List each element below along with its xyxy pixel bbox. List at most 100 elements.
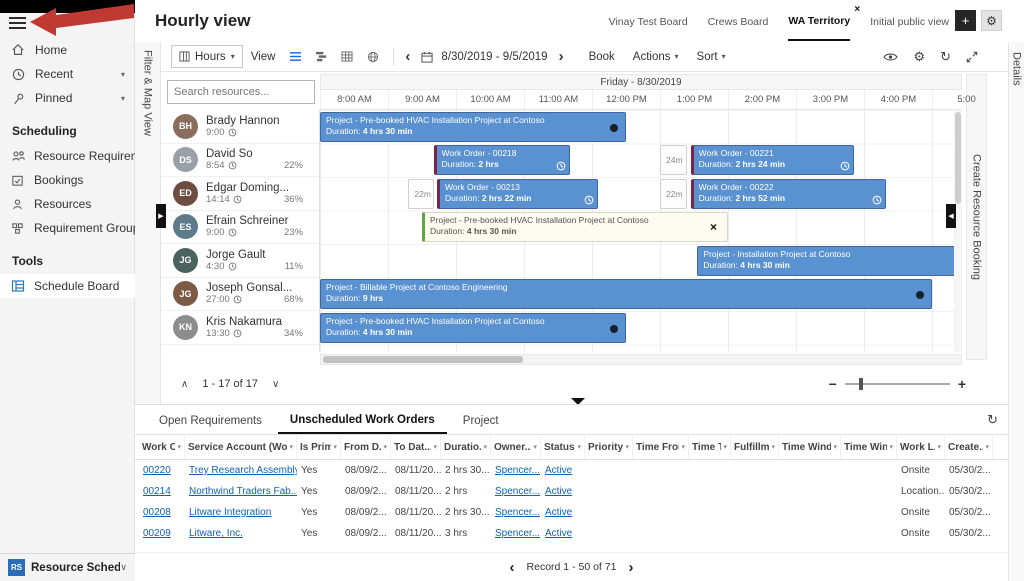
board-tab[interactable]: Vinay Test Board bbox=[609, 2, 688, 40]
close-icon[interactable]: × bbox=[710, 220, 717, 236]
zoom-slider[interactable] bbox=[845, 383, 950, 385]
resource-row[interactable]: DSDavid So8:5422% bbox=[161, 144, 319, 178]
date-range[interactable]: 8/30/2019 - 9/5/2019 bbox=[441, 51, 547, 63]
sort-menu[interactable]: Sort▾ bbox=[697, 51, 726, 63]
actions-menu[interactable]: Actions▾ bbox=[633, 51, 679, 63]
scrollbar-thumb[interactable] bbox=[955, 112, 961, 204]
column-header[interactable]: Work O...▾ bbox=[139, 435, 185, 459]
sidebar-item-schedule-board[interactable]: Schedule Board bbox=[0, 274, 135, 298]
table-cell-link[interactable]: 00209 bbox=[139, 528, 185, 539]
resource-row[interactable]: BHBrady Hannon9:00 bbox=[161, 110, 319, 144]
column-header[interactable]: Priority...▾ bbox=[585, 435, 633, 459]
column-header[interactable]: To Dat...▾ bbox=[391, 435, 441, 459]
zoom-out-button[interactable]: − bbox=[829, 377, 837, 391]
table-cell-link[interactable]: Litware, Inc. bbox=[185, 528, 297, 539]
column-header[interactable]: Service Account (Wo...▾ bbox=[185, 435, 297, 459]
scrollbar-thumb[interactable] bbox=[323, 356, 523, 363]
sidebar-item-pinned[interactable]: Pinned ▾ bbox=[0, 86, 135, 110]
filter-panel-expander[interactable]: ▶ bbox=[156, 204, 166, 228]
close-tab-icon[interactable]: × bbox=[854, 4, 860, 15]
filter-caret-icon[interactable]: ▾ bbox=[771, 443, 775, 451]
filter-caret-icon[interactable]: ▾ bbox=[937, 443, 941, 451]
resource-row[interactable]: ESEfrain Schreiner9:0023% bbox=[161, 211, 319, 245]
table-cell-link[interactable]: Active bbox=[541, 486, 585, 497]
table-cell-link[interactable]: Spencer... bbox=[491, 528, 541, 539]
table-cell-link[interactable]: Spencer... bbox=[491, 465, 541, 476]
sidebar-item-resource-requirements[interactable]: Resource Requireme... bbox=[0, 144, 135, 168]
book-button[interactable]: Book bbox=[589, 51, 615, 63]
search-input[interactable] bbox=[168, 86, 322, 98]
booking-project[interactable]: Project - Billable Project at Contoso En… bbox=[320, 279, 932, 309]
table-cell-link[interactable]: Active bbox=[541, 528, 585, 539]
filter-caret-icon[interactable]: ▾ bbox=[625, 443, 629, 451]
table-row[interactable]: 00220Trey Research Assembly...Yes08/09/2… bbox=[139, 460, 1008, 481]
filter-caret-icon[interactable]: ▾ bbox=[333, 443, 337, 451]
filter-caret-icon[interactable]: ▾ bbox=[985, 443, 989, 451]
sidebar-item-bookings[interactable]: Bookings bbox=[0, 168, 135, 192]
column-header[interactable]: Time Wind...▾ bbox=[841, 435, 897, 459]
table-cell-link[interactable]: 00208 bbox=[139, 507, 185, 518]
resource-row[interactable]: JGJoseph Gonsal...27:0068% bbox=[161, 278, 319, 312]
booking-project[interactable]: Project - Installation Project at Contos… bbox=[697, 246, 960, 276]
gear-icon[interactable]: ⚙ bbox=[913, 50, 925, 63]
table-row[interactable]: 00214Northwind Traders Fab...Yes08/09/2.… bbox=[139, 481, 1008, 502]
column-header[interactable]: Work L...▾ bbox=[897, 435, 945, 459]
table-cell-link[interactable]: Litware Integration bbox=[185, 507, 297, 518]
column-header[interactable]: Status...▾ bbox=[541, 435, 585, 459]
visibility-icon[interactable] bbox=[883, 52, 898, 62]
chevron-down-icon[interactable]: ▾ bbox=[121, 70, 125, 79]
column-header[interactable]: From D...▾ bbox=[341, 435, 391, 459]
board-tab[interactable]: Crews Board bbox=[708, 2, 769, 40]
column-header[interactable]: Duratio...▾ bbox=[441, 435, 491, 459]
table-cell-link[interactable]: Spencer... bbox=[491, 507, 541, 518]
board-settings-button[interactable]: ⚙ bbox=[981, 10, 1002, 31]
booking-tentative[interactable]: Project - Pre-booked HVAC Installation P… bbox=[422, 212, 728, 242]
list-view-button[interactable] bbox=[283, 46, 307, 68]
previous-range-button[interactable]: ‹ bbox=[402, 49, 413, 64]
grid-vertical-scrollbar[interactable] bbox=[954, 110, 962, 352]
table-cell-link[interactable]: Active bbox=[541, 465, 585, 476]
sidebar-item-requirement-groups[interactable]: Requirement Groups bbox=[0, 216, 135, 240]
booking-travel[interactable]: 22m bbox=[660, 179, 687, 209]
board-tab[interactable]: Initial public view bbox=[870, 2, 949, 40]
booking-travel[interactable]: 22m bbox=[408, 179, 433, 209]
zoom-in-button[interactable]: + bbox=[958, 377, 966, 391]
table-cell-link[interactable]: 00214 bbox=[139, 486, 185, 497]
filter-caret-icon[interactable]: ▾ bbox=[681, 443, 685, 451]
table-row[interactable]: 00209Litware, Inc.Yes08/09/2...08/11/20.… bbox=[139, 523, 1008, 544]
view-menu[interactable]: View bbox=[251, 51, 276, 63]
filter-caret-icon[interactable]: ▾ bbox=[723, 443, 727, 451]
sidebar-item-recent[interactable]: Recent ▾ bbox=[0, 62, 135, 86]
previous-page-icon[interactable]: ‹ bbox=[510, 560, 515, 575]
expand-down-icon[interactable]: ∨ bbox=[266, 379, 285, 390]
schedule-grid[interactable]: Project - Pre-booked HVAC Installation P… bbox=[320, 110, 962, 352]
chevron-expand-icon[interactable]: ∨ bbox=[120, 562, 127, 573]
booking-workorder[interactable]: Work Order - 00218Duration: 2 hrs bbox=[434, 145, 570, 175]
column-header[interactable]: Time From...▾ bbox=[633, 435, 689, 459]
booking-travel[interactable]: 24m bbox=[660, 145, 687, 175]
table-row[interactable]: 00208Litware IntegrationYes08/09/2...08/… bbox=[139, 502, 1008, 523]
resource-row[interactable]: KNKris Nakamura13:3034% bbox=[161, 311, 319, 345]
booking-workorder[interactable]: Work Order - 00213Duration: 2 hrs 22 min bbox=[437, 179, 598, 209]
filter-caret-icon[interactable]: ▾ bbox=[289, 443, 293, 451]
column-header[interactable]: Time Window...▾ bbox=[779, 435, 841, 459]
resource-row[interactable]: EDEdgar Doming...14:1436% bbox=[161, 177, 319, 211]
panel-tab[interactable]: Open Requirements bbox=[147, 407, 274, 433]
filter-caret-icon[interactable]: ▾ bbox=[833, 443, 837, 451]
filter-caret-icon[interactable]: ▾ bbox=[177, 443, 181, 451]
fullscreen-icon[interactable] bbox=[966, 51, 978, 63]
table-view-button[interactable] bbox=[335, 46, 359, 68]
table-cell-link[interactable]: Active bbox=[541, 507, 585, 518]
column-header[interactable]: Owner...▾ bbox=[491, 435, 541, 459]
hours-scale-select[interactable]: Hours ▾ bbox=[171, 45, 243, 68]
zoom-slider-thumb[interactable] bbox=[859, 378, 863, 390]
booking-workorder[interactable]: Work Order - 00222Duration: 2 hrs 52 min bbox=[691, 179, 886, 209]
chevron-down-icon[interactable]: ▾ bbox=[121, 94, 125, 103]
table-cell-link[interactable]: Trey Research Assembly... bbox=[185, 465, 297, 476]
panel-tab[interactable]: Project bbox=[451, 407, 511, 433]
table-cell-link[interactable]: Spencer... bbox=[491, 486, 541, 497]
hamburger-menu-icon[interactable] bbox=[9, 17, 26, 29]
sidebar-item-home[interactable]: Home bbox=[0, 38, 135, 62]
map-view-button[interactable] bbox=[361, 46, 385, 68]
create-resource-booking-tab[interactable]: Create Resource Booking bbox=[966, 74, 987, 360]
